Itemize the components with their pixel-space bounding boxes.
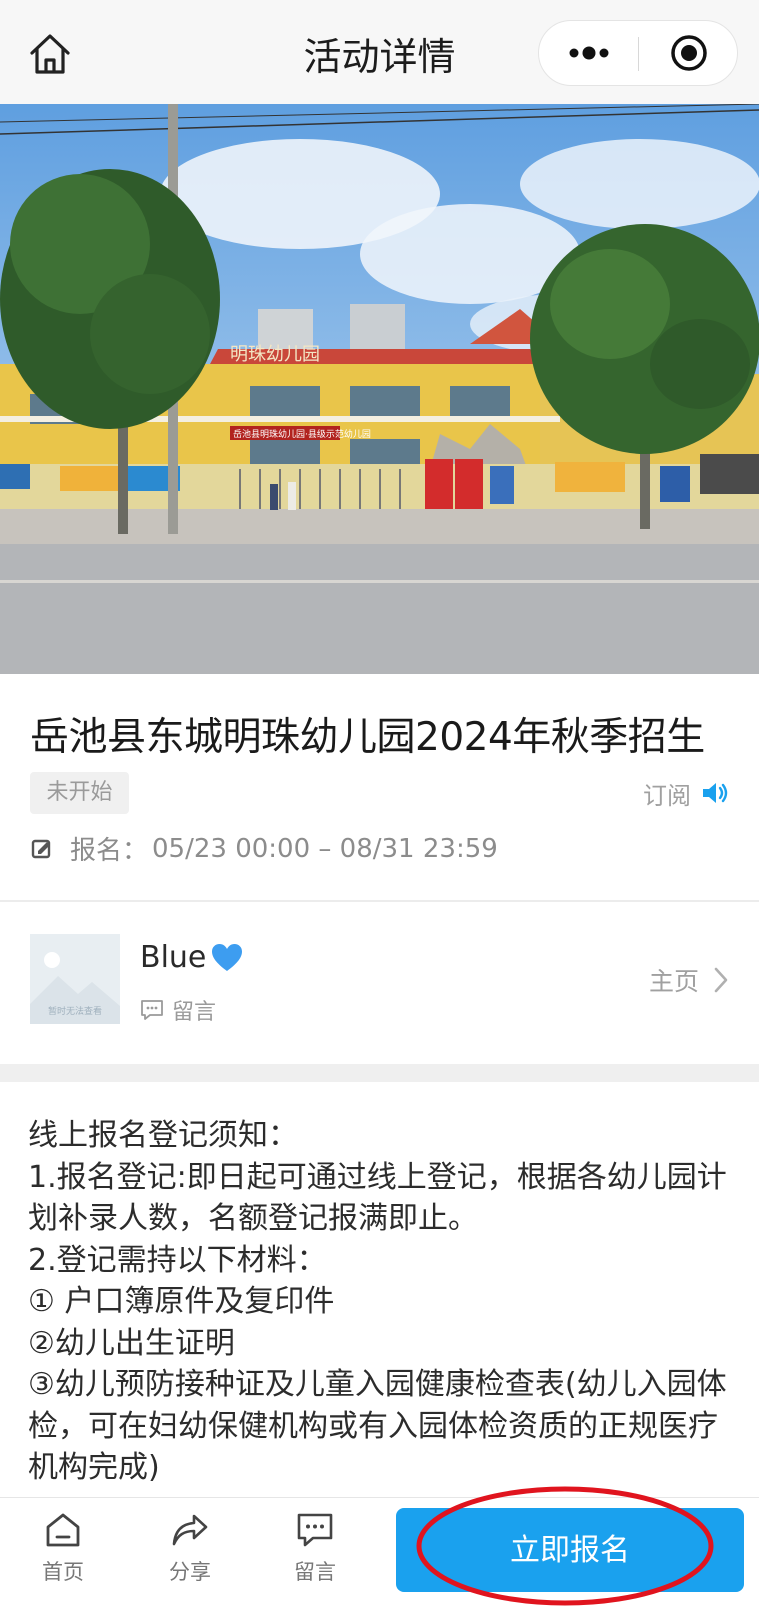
nav-header: 活动详情 (0, 0, 759, 104)
avatar[interactable]: 暂时无法查看 (30, 934, 120, 1024)
registration-label: 报名： (70, 836, 149, 866)
homepage-label: 主页 (648, 967, 699, 996)
notice-line: 1.报名登记:即日起可通过线上登记，根据各幼儿园计划补录人数，名额登记报满即止。 (28, 1159, 727, 1237)
school-sign-text: 明珠幼儿园 (230, 344, 320, 365)
more-dots-icon (569, 46, 609, 60)
share-icon (172, 1514, 208, 1546)
speaker-icon (703, 783, 728, 803)
organizer-name-text: Blue (140, 940, 207, 975)
registration-notice: 线上报名登记须知： 1.报名登记:即日起可通过线上登记，根据各幼儿园计划补录人数… (28, 1115, 733, 1489)
mini-program-capsule (538, 20, 738, 86)
more-button[interactable] (539, 21, 638, 85)
subscribe-label: 订阅 (643, 781, 691, 810)
event-title: 岳池县东城明珠幼儿园2024年秋季招生 (30, 715, 705, 760)
notice-line: 线上报名登记须知： (28, 1118, 298, 1153)
section-gap (0, 1064, 759, 1082)
kindergarten-photo: 明珠幼儿园 岳池县明珠幼儿园·县级示范幼儿园 (0, 104, 759, 674)
tab-share-label: 分享 (169, 1560, 211, 1584)
signup-now-button[interactable]: 立即报名 (396, 1508, 744, 1592)
homepage-link[interactable]: 主页 (649, 962, 729, 998)
notice-line: 2.登记需持以下材料： (28, 1242, 327, 1278)
school-banner-text: 岳池县明珠幼儿园·县级示范幼儿园 (233, 428, 371, 440)
message-icon (141, 1000, 163, 1020)
tab-message[interactable]: 留言 (270, 1510, 360, 1596)
avatar-caption: 暂时无法查看 (48, 1005, 102, 1017)
tab-share[interactable]: 分享 (145, 1510, 235, 1596)
chevron-right-icon (714, 967, 728, 993)
organizer-message-link[interactable]: 留言 (140, 994, 216, 1026)
tab-message-label: 留言 (294, 1560, 336, 1584)
divider (0, 900, 759, 902)
blue-heart-icon (212, 943, 243, 971)
registration-time: 05/23 00:00 – 08/31 23:59 (152, 833, 498, 864)
edit-calendar-icon (31, 839, 51, 858)
tab-home-label: 首页 (42, 1560, 84, 1584)
notice-line: ②幼儿出生证明 (28, 1325, 235, 1361)
home-tab-icon (46, 1513, 80, 1547)
registration-period: 报名： 05/23 00:00 – 08/31 23:59 (30, 830, 498, 867)
organizer-name[interactable]: Blue (140, 940, 244, 975)
status-badge: 未开始 (30, 772, 129, 814)
close-button[interactable] (639, 21, 737, 85)
tab-home[interactable]: 首页 (18, 1510, 108, 1596)
notice-line: ① 户口簿原件及复印件 (28, 1284, 335, 1319)
target-close-icon (671, 35, 707, 71)
notice-line: ③幼儿预防接种证及儿童入园健康检查表(幼儿入园体检，可在妇幼保健机构或有入园体检… (28, 1367, 727, 1485)
subscribe-button[interactable]: 订阅 (643, 772, 729, 814)
message-label: 留言 (172, 1000, 217, 1025)
comment-icon (297, 1513, 333, 1547)
